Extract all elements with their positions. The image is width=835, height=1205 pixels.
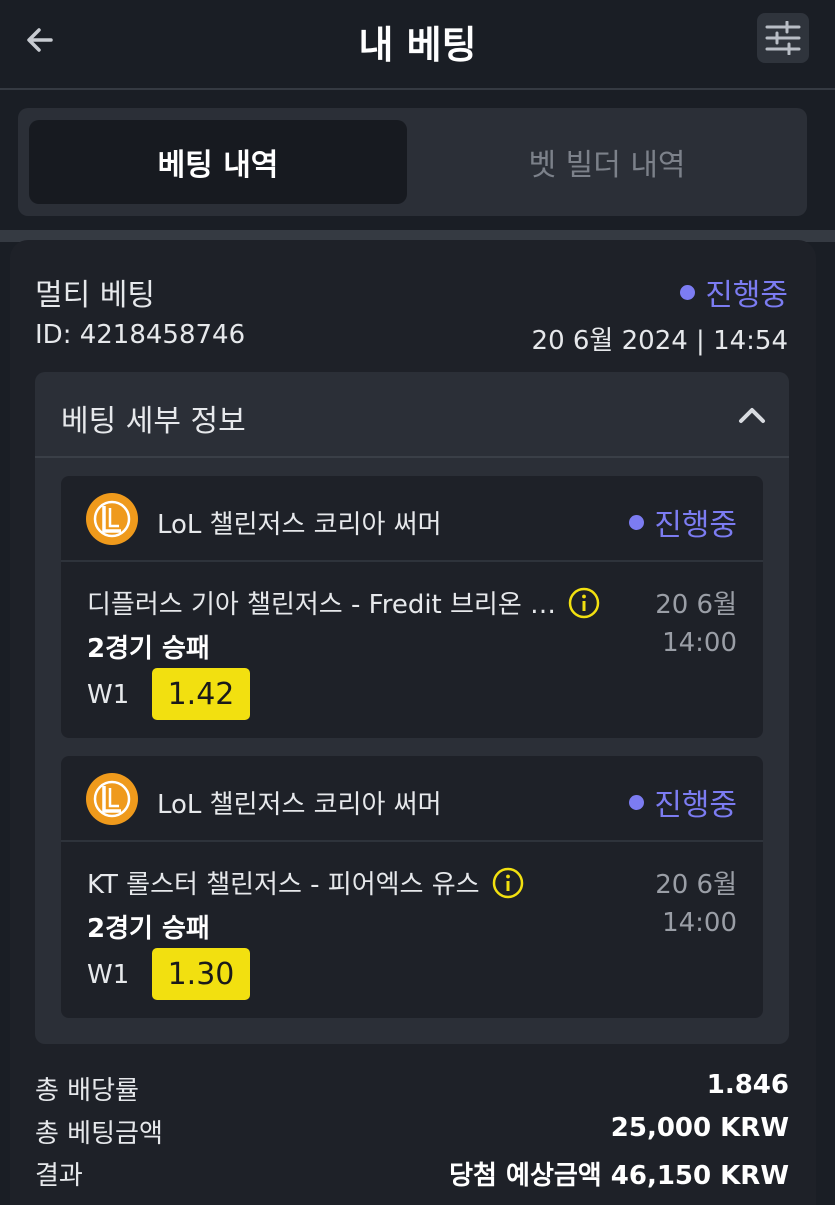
summary-result: 결과 당첨 예상금액 46,150 KRW xyxy=(35,1155,789,1195)
selection-header: LoL 챌린저스 코리아 써머 진행중 xyxy=(61,476,763,562)
sliders-icon xyxy=(765,21,801,55)
league-name: LoL 챌린저스 코리아 써머 xyxy=(157,790,442,820)
tab-bet-builder-history[interactable]: 벳 빌더 내역 xyxy=(418,120,796,204)
bet-details-panel: 베팅 세부 정보 LoL 챌린저스 코리아 써머 진행중 디플러스 기아 챌린저… xyxy=(35,372,789,1044)
lol-logo-icon xyxy=(86,493,138,545)
bet-card: 멀티 베팅 진행중 ID: 4218458746 20 6월 2024 | 14… xyxy=(10,240,816,1205)
summary-total-stake: 총 베팅금액 25,000 KRW xyxy=(35,1113,789,1153)
match-date: 20 6월 xyxy=(655,590,737,620)
total-stake-label: 총 베팅금액 xyxy=(35,1119,163,1149)
selection-status: 진행중 xyxy=(629,500,737,544)
summary-total-odds: 총 배당률 1.846 xyxy=(35,1070,789,1110)
market-name: 2경기 승패 xyxy=(87,634,210,664)
total-odds-label: 총 배당률 xyxy=(35,1076,139,1106)
market-name: 2경기 승패 xyxy=(87,914,210,944)
info-icon[interactable] xyxy=(568,587,600,619)
filter-button[interactable] xyxy=(757,13,809,63)
pick-label: W1 xyxy=(87,960,130,990)
bet-type: 멀티 베팅 xyxy=(35,278,155,313)
status-dot-icon xyxy=(680,284,696,300)
match-date: 20 6월 xyxy=(655,870,737,900)
tab-bar: 베팅 내역 벳 빌더 내역 xyxy=(18,108,807,216)
tab-bet-history[interactable]: 베팅 내역 xyxy=(29,120,407,204)
league-name: LoL 챌린저스 코리아 써머 xyxy=(157,510,442,540)
bet-selection: LoL 챌린저스 코리아 써머 진행중 KT 롤스터 챌린저스 - 피어엑스 유… xyxy=(61,756,763,1018)
match-name: 디플러스 기아 챌린저스 - Fredit 브리온 … xyxy=(87,584,600,621)
lol-logo-icon xyxy=(86,773,138,825)
bet-selection: LoL 챌린저스 코리아 써머 진행중 디플러스 기아 챌린저스 - Fredi… xyxy=(61,476,763,738)
odds-badge: 1.30 xyxy=(152,948,250,1000)
odds-badge: 1.42 xyxy=(152,668,250,720)
selection-header: LoL 챌린저스 코리아 써머 진행중 xyxy=(61,756,763,842)
match-name: KT 롤스터 챌린저스 - 피어엑스 유스 xyxy=(87,864,524,901)
match-time: 14:00 xyxy=(662,628,737,658)
total-stake-value: 25,000 KRW xyxy=(610,1113,789,1143)
page-title: 내 베팅 xyxy=(358,23,477,67)
bet-details-header[interactable]: 베팅 세부 정보 xyxy=(35,372,789,458)
match-title: KT 롤스터 챌린저스 - 피어엑스 유스 xyxy=(87,870,480,900)
match-time: 14:00 xyxy=(662,908,737,938)
chevron-up-icon xyxy=(739,408,765,423)
total-odds-value: 1.846 xyxy=(706,1070,789,1100)
result-value: 당첨 예상금액 46,150 KRW xyxy=(449,1161,789,1191)
bet-details-title: 베팅 세부 정보 xyxy=(61,404,246,439)
bet-datetime: 20 6월 2024 | 14:54 xyxy=(531,326,788,356)
bet-status-label: 진행중 xyxy=(705,278,788,313)
match-title: 디플러스 기아 챌린저스 - Fredit 브리온 … xyxy=(87,590,557,620)
info-icon[interactable] xyxy=(492,867,524,899)
bet-id: ID: 4218458746 xyxy=(35,320,246,350)
status-dot-icon xyxy=(629,794,645,810)
result-label: 결과 xyxy=(35,1161,83,1191)
pick-label: W1 xyxy=(87,680,130,710)
selection-status: 진행중 xyxy=(629,780,737,824)
bet-status: 진행중 xyxy=(680,270,788,314)
selection-status-label: 진행중 xyxy=(654,788,737,823)
top-bar: 내 베팅 xyxy=(0,0,835,90)
selection-status-label: 진행중 xyxy=(654,508,737,543)
status-dot-icon xyxy=(629,514,645,530)
